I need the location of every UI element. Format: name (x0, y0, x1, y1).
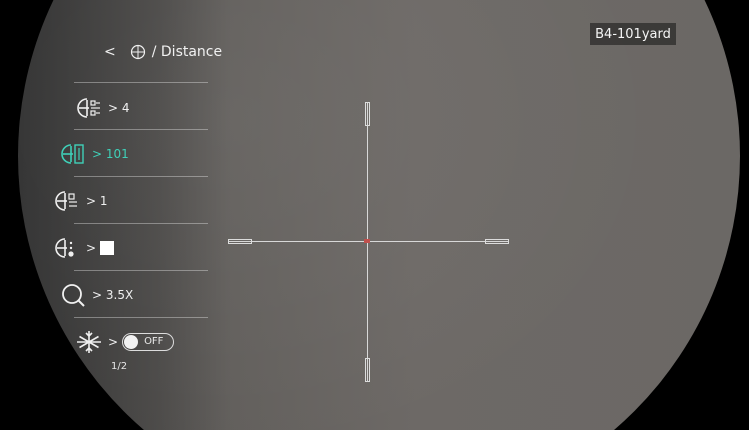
menu-divider (74, 223, 208, 224)
toggle-knob (124, 335, 139, 349)
reticle-top-post (365, 102, 370, 126)
menu-item-zoom[interactable]: > 3.5X (60, 272, 208, 318)
profile-select-icon (61, 144, 84, 164)
menu-divider (74, 317, 208, 318)
menu-divider (74, 270, 208, 271)
color-swatch (100, 241, 115, 255)
menu-item-reticle-color[interactable]: > (55, 225, 208, 271)
toggle-label: OFF (144, 336, 164, 347)
back-chevron-icon[interactable]: < (104, 44, 116, 60)
page-indicator: 1/2 (111, 361, 128, 372)
menu-divider (74, 82, 208, 83)
reticle-center-dot (364, 239, 370, 243)
menu-item-reticle-style[interactable]: > 1 (55, 178, 208, 224)
menu-divider (74, 176, 208, 177)
reticle-group-icon (77, 98, 100, 118)
scope-view: < / Distance > 4 > 101 > 1 > > 3.5X > OF… (0, 0, 749, 430)
menu-divider (74, 129, 208, 130)
snowflake-icon (77, 331, 101, 353)
reticle-left-post (228, 239, 252, 244)
zoom-icon (62, 284, 85, 307)
breadcrumb-title: / Distance (151, 44, 223, 60)
crosshair-icon (130, 44, 145, 60)
menu-item-freeze[interactable]: > OFF (60, 319, 208, 365)
reticle-style-value: > 1 (86, 194, 108, 208)
freeze-toggle[interactable]: OFF (122, 333, 175, 351)
freeze-arrow: > (108, 335, 119, 349)
reticle-bottom-post (365, 358, 370, 382)
profile-value: > 101 (92, 147, 129, 161)
reticle-right-post (485, 239, 509, 244)
menu-item-profile[interactable]: > 101 (60, 131, 208, 177)
breadcrumb: < / Distance (104, 44, 222, 60)
reticle-color-icon (55, 238, 74, 258)
menu-item-reticle-group[interactable]: > 4 (60, 85, 208, 131)
reticle-style-icon (55, 191, 77, 211)
zoom-value: > 3.5X (92, 288, 134, 302)
reticle-color-arrow: > (86, 241, 97, 255)
reticle-group-value: > 4 (108, 101, 130, 115)
profile-label: B4-101yard (590, 23, 676, 45)
